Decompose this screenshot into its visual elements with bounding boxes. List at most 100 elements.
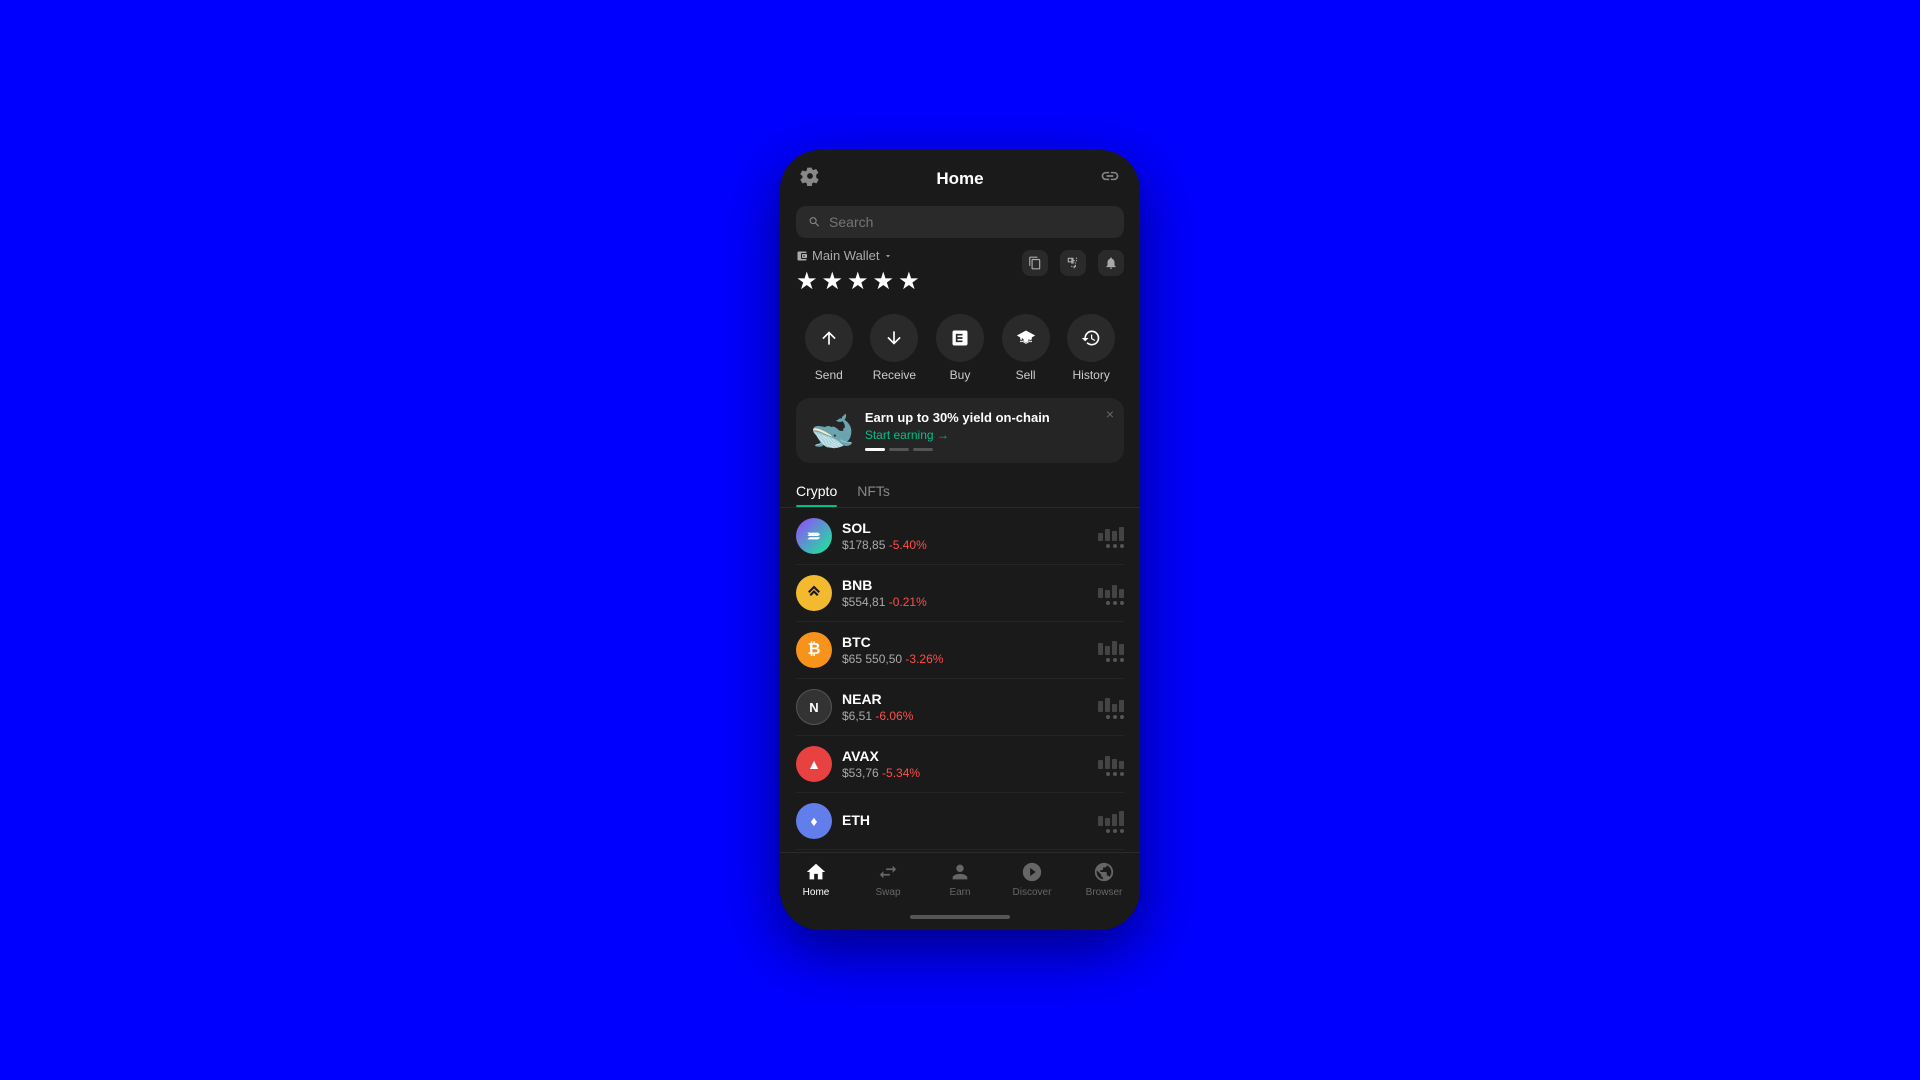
sol-icon — [796, 518, 832, 554]
list-item[interactable]: ₿ BTC $65 550,50 -3.26% — [796, 622, 1124, 679]
receive-label: Receive — [873, 368, 916, 382]
promo-close-button[interactable]: × — [1106, 406, 1114, 422]
earn-nav-icon — [949, 861, 971, 883]
nav-home[interactable]: Home — [780, 861, 852, 898]
btc-chart — [1098, 639, 1124, 662]
buy-label: Buy — [950, 368, 971, 382]
avax-chart — [1098, 753, 1124, 776]
home-bar — [910, 915, 1010, 919]
avax-symbol: AVAX — [842, 748, 1098, 764]
sell-button[interactable]: Sell — [1002, 314, 1050, 382]
search-bar[interactable] — [796, 206, 1124, 238]
history-icon-circle — [1067, 314, 1115, 362]
nav-swap[interactable]: Swap — [852, 861, 924, 898]
asset-tabs: Crypto NFTs — [780, 469, 1140, 508]
near-info: NEAR $6,51 -6.06% — [842, 691, 1098, 723]
send-label: Send — [815, 368, 843, 382]
near-icon: N — [796, 689, 832, 725]
buy-button[interactable]: Buy — [936, 314, 984, 382]
tab-crypto[interactable]: Crypto — [796, 477, 837, 507]
promo-image: 🐋 — [810, 413, 855, 449]
btc-price: $65 550,50 -3.26% — [842, 652, 1098, 666]
wallet-left: Main Wallet ★★★★★ — [796, 248, 924, 296]
header: Home — [780, 150, 1140, 200]
receive-button[interactable]: Receive — [870, 314, 918, 382]
link-icon[interactable] — [1100, 166, 1120, 192]
search-icon — [808, 215, 821, 229]
earn-nav-label: Earn — [949, 887, 970, 898]
promo-dot-2 — [889, 448, 909, 451]
list-item[interactable]: SOL $178,85 -5.40% — [796, 508, 1124, 565]
list-item[interactable]: BNB $554,81 -0.21% — [796, 565, 1124, 622]
promo-cta-link[interactable]: Start earning → — [865, 428, 1110, 442]
eth-chart — [1098, 810, 1124, 833]
eth-info: ETH — [842, 812, 1098, 830]
avax-icon: ▲ — [796, 746, 832, 782]
wallet-section: Main Wallet ★★★★★ — [780, 248, 1140, 304]
near-chart — [1098, 696, 1124, 719]
list-item[interactable]: N NEAR $6,51 -6.06% — [796, 679, 1124, 736]
sell-label: Sell — [1016, 368, 1036, 382]
send-button[interactable]: Send — [805, 314, 853, 382]
bottom-nav: Home Swap Earn Discover Browser — [780, 852, 1140, 902]
promo-dots — [865, 448, 1110, 451]
sol-info: SOL $178,85 -5.40% — [842, 520, 1098, 552]
action-buttons: Send Receive Buy Sell — [780, 304, 1140, 392]
search-input[interactable] — [829, 214, 1112, 230]
bnb-info: BNB $554,81 -0.21% — [842, 577, 1098, 609]
history-button[interactable]: History — [1067, 314, 1115, 382]
crypto-list: SOL $178,85 -5.40% — [780, 508, 1140, 852]
swap-nav-icon — [877, 861, 899, 883]
copy-address-button[interactable] — [1022, 250, 1048, 276]
sol-chart — [1098, 525, 1124, 548]
nav-browser[interactable]: Browser — [1068, 861, 1140, 898]
sell-icon-circle — [1002, 314, 1050, 362]
promo-title: Earn up to 30% yield on-chain — [865, 410, 1110, 425]
btc-symbol: BTC — [842, 634, 1098, 650]
notifications-button[interactable] — [1098, 250, 1124, 276]
near-price: $6,51 -6.06% — [842, 709, 1098, 723]
history-label: History — [1073, 368, 1110, 382]
wallet-name-text: Main Wallet — [812, 248, 879, 263]
nav-earn[interactable]: Earn — [924, 861, 996, 898]
tab-nfts[interactable]: NFTs — [857, 477, 890, 507]
home-nav-label: Home — [803, 887, 830, 898]
wallet-action-icons — [1022, 250, 1124, 276]
buy-icon-circle — [936, 314, 984, 362]
avax-info: AVAX $53,76 -5.34% — [842, 748, 1098, 780]
avax-price: $53,76 -5.34% — [842, 766, 1098, 780]
wallet-balance: ★★★★★ — [796, 267, 924, 296]
sol-symbol: SOL — [842, 520, 1098, 536]
browser-nav-label: Browser — [1086, 887, 1123, 898]
settings-icon[interactable] — [800, 166, 820, 192]
bnb-icon — [796, 575, 832, 611]
home-indicator — [780, 902, 1140, 930]
page-title: Home — [936, 169, 983, 189]
eth-symbol: ETH — [842, 812, 1098, 828]
btc-icon: ₿ — [796, 632, 832, 668]
promo-dot-1 — [865, 448, 885, 451]
sol-price: $178,85 -5.40% — [842, 538, 1098, 552]
list-item[interactable]: ♦ ETH — [796, 793, 1124, 850]
nav-discover[interactable]: Discover — [996, 861, 1068, 898]
discover-nav-label: Discover — [1013, 887, 1052, 898]
swap-nav-label: Swap — [875, 887, 900, 898]
promo-text: Earn up to 30% yield on-chain Start earn… — [865, 410, 1110, 451]
near-symbol: NEAR — [842, 691, 1098, 707]
home-nav-icon — [805, 861, 827, 883]
promo-banner: 🐋 Earn up to 30% yield on-chain Start ea… — [796, 398, 1124, 463]
browser-nav-icon — [1093, 861, 1115, 883]
scan-qr-button[interactable] — [1060, 250, 1086, 276]
discover-nav-icon — [1021, 861, 1043, 883]
phone-container: Home Main Wallet ★★★★★ — [780, 150, 1140, 930]
chevron-down-icon — [883, 251, 893, 261]
bnb-price: $554,81 -0.21% — [842, 595, 1098, 609]
btc-info: BTC $65 550,50 -3.26% — [842, 634, 1098, 666]
list-item[interactable]: ▲ AVAX $53,76 -5.34% — [796, 736, 1124, 793]
send-icon-circle — [805, 314, 853, 362]
receive-icon-circle — [870, 314, 918, 362]
promo-dot-3 — [913, 448, 933, 451]
wallet-icon — [796, 250, 808, 262]
eth-icon: ♦ — [796, 803, 832, 839]
bnb-chart — [1098, 582, 1124, 605]
